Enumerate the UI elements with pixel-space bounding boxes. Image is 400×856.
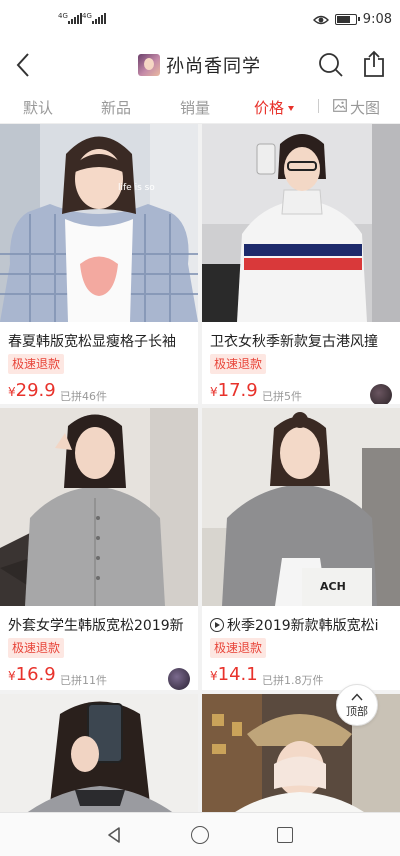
- refund-badge: 极速退款: [8, 354, 65, 374]
- status-bar: 4G 4G 9:08: [0, 0, 400, 42]
- currency: ¥: [8, 385, 16, 399]
- currency: ¥: [210, 669, 218, 683]
- shop-name: 孙尚香同学: [166, 56, 261, 77]
- buyer-avatar: [370, 384, 392, 404]
- product-price: ¥29.9: [8, 380, 56, 401]
- shop-avatar: [138, 54, 160, 76]
- refund-badge: 极速退款: [210, 638, 267, 658]
- product-image: [202, 124, 400, 322]
- sold-count: 已拼5件: [262, 390, 302, 403]
- clock: 9:08: [362, 12, 392, 27]
- product-photo: ACH: [202, 408, 400, 606]
- price-value: 17.9: [217, 380, 258, 401]
- sim2-label: 4G: [82, 12, 92, 20]
- recent-apps-icon[interactable]: [277, 827, 293, 843]
- sold-count: 已拼1.8万件: [262, 674, 324, 687]
- search-icon[interactable]: [318, 52, 344, 78]
- product-card[interactable]: [0, 694, 198, 812]
- sold-count: 已拼11件: [60, 674, 107, 687]
- image-icon: [333, 99, 347, 112]
- product-photo: [202, 124, 400, 322]
- battery-icon: [334, 14, 360, 25]
- nav-bar: 孙尚香同学: [0, 42, 400, 88]
- product-title: 外套女学生韩版宽松2019新: [8, 618, 184, 634]
- chevron-up-icon: [351, 693, 363, 701]
- product-card[interactable]: life is so 春夏韩版宽松显瘦格子长袖 极速退款 ¥29.9 已拼46件: [0, 124, 198, 404]
- signal-icon: [68, 13, 82, 24]
- back-icon[interactable]: [12, 50, 34, 80]
- image-caption: ACH: [320, 580, 346, 593]
- sort-bar: 默认 新品 销量 价格 大图: [0, 88, 400, 124]
- sort-price-label: 价格: [254, 99, 285, 117]
- sort-big-image[interactable]: 大图: [350, 97, 380, 118]
- shop-title[interactable]: 孙尚香同学: [138, 52, 261, 78]
- system-nav-bar: [0, 812, 400, 856]
- product-image: ACH: [202, 408, 400, 606]
- product-price: ¥16.9: [8, 664, 56, 685]
- product-title: 春夏韩版宽松显瘦格子长袖: [8, 334, 176, 350]
- product-card[interactable]: 卫衣女秋季新款复古港风撞 极速退款 ¥17.9 已拼5件: [202, 124, 400, 404]
- sort-new[interactable]: 新品: [101, 97, 131, 118]
- currency: ¥: [8, 669, 16, 683]
- status-right: 9:08: [312, 12, 392, 27]
- home-circle-icon[interactable]: [191, 826, 209, 844]
- product-price: ¥17.9: [210, 380, 258, 401]
- sort-default[interactable]: 默认: [23, 97, 53, 118]
- price-value: 29.9: [15, 380, 56, 401]
- product-photo: [0, 408, 198, 606]
- triangle-back-icon[interactable]: [106, 826, 122, 844]
- product-card[interactable]: ACH 秋季2019新款韩版宽松i 极速退款 ¥14.1 已拼1.8万件: [202, 408, 400, 690]
- refund-badge: 极速退款: [8, 638, 65, 658]
- product-title: 秋季2019新款韩版宽松i: [210, 615, 394, 635]
- buyer-avatar: [168, 668, 190, 690]
- product-photo: life is so: [0, 124, 198, 322]
- refund-badge: 极速退款: [210, 354, 267, 374]
- image-caption: life is so: [118, 183, 155, 193]
- share-icon[interactable]: [362, 50, 386, 78]
- product-title-text: 秋季2019新款韩版宽松i: [227, 618, 379, 634]
- product-image: life is so: [0, 124, 198, 322]
- product-price: ¥14.1: [210, 664, 258, 685]
- product-image: [0, 694, 198, 812]
- sim1-label: 4G: [58, 12, 68, 20]
- divider: [318, 99, 319, 113]
- price-value: 16.9: [15, 664, 56, 685]
- sort-price[interactable]: 价格: [254, 97, 295, 118]
- back-to-top-button[interactable]: 顶部: [336, 684, 378, 726]
- video-icon: [210, 618, 224, 632]
- price-value: 14.1: [217, 664, 258, 685]
- currency: ¥: [210, 385, 218, 399]
- sort-arrow-icon: [288, 106, 295, 111]
- back-to-top-label: 顶部: [346, 705, 368, 718]
- sold-count: 已拼46件: [60, 390, 107, 403]
- sort-sales[interactable]: 销量: [180, 97, 210, 118]
- product-photo: [0, 694, 198, 812]
- product-image: [0, 408, 198, 606]
- product-title: 卫衣女秋季新款复古港风撞: [210, 334, 378, 350]
- signal-icon: [92, 13, 106, 24]
- product-card[interactable]: 外套女学生韩版宽松2019新 极速退款 ¥16.9 已拼11件: [0, 408, 198, 690]
- eye-comfort-icon: [312, 15, 329, 24]
